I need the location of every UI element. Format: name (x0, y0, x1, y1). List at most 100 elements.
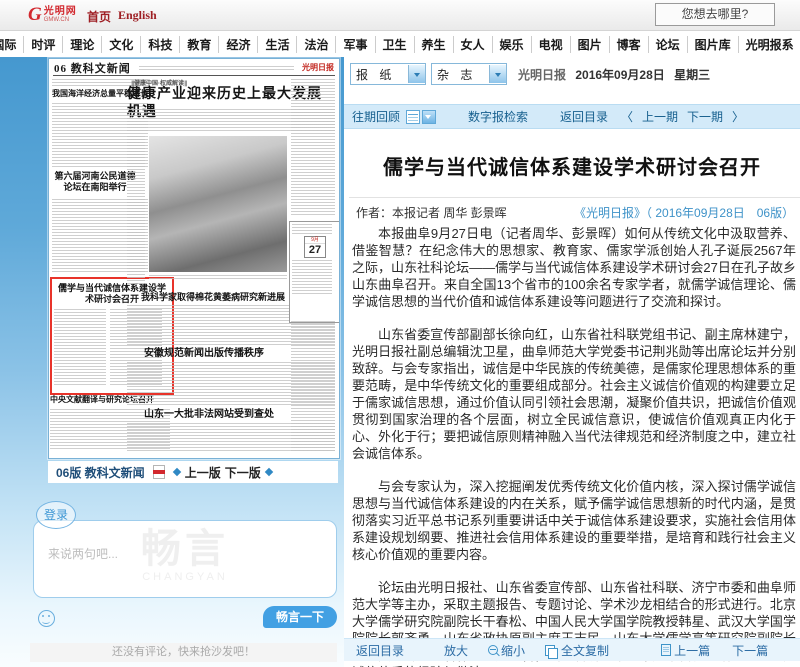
calendar-picker-icon[interactable] (406, 110, 420, 124)
nav-item-entertainment[interactable]: 娱乐 (493, 36, 532, 53)
copy-all-label: 全文复制 (561, 642, 609, 659)
text-lines (127, 136, 145, 286)
no-comments-message: 还没有评论，快来抢沙发吧！ (30, 643, 337, 662)
article-source: 《光明日报》（ 2016年09月28日 06版） (574, 206, 794, 220)
page: G 光明网 GMW.CN 首页 English 您想去哪里? 时政 国际 时评 … (0, 0, 800, 667)
nav-item-law[interactable]: 法治 (297, 36, 336, 53)
next-issue-link[interactable]: 下一期 (687, 108, 723, 125)
newspaper-page-header: 06 教科文新闻 光明日报 (54, 61, 334, 74)
page-navigation-bar: 06版 教科文新闻 上一版 下一版 (48, 461, 338, 483)
calendar-month: 9月 (305, 237, 325, 244)
prev-issue-link[interactable]: 上一期 (642, 108, 678, 125)
issue-info: 光明日报 2016年09月28日 星期三 (518, 66, 710, 83)
paper-select-value: 报 纸 (351, 66, 395, 83)
changyan-watermark-en: CHANGYAN (34, 571, 336, 583)
paper-select[interactable]: 报 纸 (350, 63, 426, 85)
masthead-text-lines (139, 66, 294, 70)
back-issues-link[interactable]: 往期回顾 (352, 108, 400, 125)
nav-item-opinion[interactable]: 时评 (24, 36, 63, 53)
comment-placeholder: 来说两句吧... (48, 545, 118, 562)
text-lines (292, 260, 332, 294)
text-lines (291, 321, 335, 451)
diamond-icon (264, 468, 272, 476)
dropdown-arrow-icon[interactable] (408, 65, 425, 83)
digital-paper-search-link[interactable]: 数字报检索 (468, 108, 528, 125)
back-to-toc-bottom-link[interactable]: 返回目录 (356, 642, 404, 659)
paper-masthead-logo: 光明日报 (302, 62, 334, 73)
nav-item-blog[interactable]: 博客 (610, 36, 649, 53)
issue-date: 2016年09月28日 (575, 68, 664, 82)
gmw-logo-g: G (28, 4, 42, 26)
title-divider (349, 197, 800, 198)
thumb-headline-shandong-websites[interactable]: 山东一大批非法网站受到查处 (144, 409, 304, 422)
nav-item-tech[interactable]: 科技 (141, 36, 180, 53)
nav-item-gallery[interactable]: 图片库 (688, 36, 739, 53)
home-link[interactable]: 首页 (87, 8, 111, 25)
nav-item-tv[interactable]: 电视 (532, 36, 571, 53)
thumb-headline-henan-forum[interactable]: 第六届河南公民道德论坛在南阳举行 (52, 171, 138, 194)
pdf-icon[interactable] (153, 465, 165, 479)
login-button[interactable]: 登录 (36, 501, 76, 529)
diamond-icon (172, 468, 180, 476)
magnifier-minus-icon (488, 645, 498, 655)
edition-controls: 报 纸 杂 志 光明日报 2016年09月28日 星期三 (350, 62, 800, 86)
nav-item-gm-papers[interactable]: 光明报系 (739, 36, 800, 53)
next-page-link[interactable]: 下一版 (225, 464, 261, 481)
magazine-select[interactable]: 杂 志 (431, 63, 507, 85)
calendar-day: 27 (305, 244, 325, 257)
comment-input[interactable]: 畅言 CHANGYAN 来说两句吧... (33, 520, 337, 598)
article-paragraph: 与会专家认为，深入挖掘阐发优秀传统文化价值内核，深入探讨儒学诚信思想与当代诚信体… (352, 478, 796, 563)
copy-icon (545, 645, 555, 656)
top-bar: G 光明网 GMW.CN 首页 English 您想去哪里? (0, 0, 800, 31)
article-title: 儒学与当代诚信体系建设学术研讨会召开 (344, 151, 800, 180)
main-nav: 时政 国际 时评 理论 文化 科技 教育 经济 生活 法治 军事 卫生 养生 女… (0, 31, 800, 57)
gmw-logo-domain: GMW.CN (44, 17, 77, 23)
nav-item-photo[interactable]: 图片 (571, 36, 610, 53)
next-article-link[interactable]: 下一篇 (732, 642, 768, 659)
text-lines (292, 224, 332, 234)
emoji-button[interactable] (38, 610, 55, 627)
magazine-select-value: 杂 志 (432, 66, 476, 83)
zoom-in-link[interactable]: 放大 (444, 642, 468, 659)
photo-caption-lines (149, 275, 287, 281)
text-lines (54, 309, 106, 385)
nav-item-economy[interactable]: 经济 (219, 36, 258, 53)
zoom-out-link[interactable]: 缩小 (488, 642, 525, 659)
english-link[interactable]: English (118, 8, 157, 23)
nav-item-forum[interactable]: 论坛 (649, 36, 688, 53)
article-paragraph: 本报曲阜9月27日电（记者周华、彭景晖）如何从传统文化中汲取营养、借鉴智慧？在纪… (352, 225, 796, 310)
paper-name: 光明日报 (518, 68, 566, 82)
nav-item-women[interactable]: 女人 (454, 36, 493, 53)
issue-toolbar: 往期回顾 数字报检索 返回目录 〈 上一期 下一期 〉 (344, 104, 800, 129)
nav-item-world[interactable]: 国际 (0, 36, 24, 53)
where-to-go-box[interactable]: 您想去哪里? (655, 3, 775, 26)
nav-item-theory[interactable]: 理论 (63, 36, 102, 53)
issue-weekday: 星期三 (674, 68, 710, 82)
thumb-headline-anhui-press[interactable]: 安徽规范新闻出版传播秩序 (144, 348, 304, 361)
copy-all-link[interactable]: 全文复制 (545, 642, 609, 659)
newspaper-page: 06 教科文新闻 光明日报 我国海洋经济总量平稳增长 第六届河南公民道德论坛在南… (49, 59, 339, 458)
newspaper-page-thumbnail[interactable]: 06 教科文新闻 光明日报 我国海洋经济总量平稳增长 第六届河南公民道德论坛在南… (48, 58, 340, 459)
nav-item-health[interactable]: 卫生 (376, 36, 415, 53)
nav-item-culture[interactable]: 文化 (102, 36, 141, 53)
prev-article-link[interactable]: 上一篇 (661, 642, 710, 659)
text-lines (291, 79, 335, 217)
article-author: 作者：本报记者 周华 彭景晖 (356, 206, 507, 220)
thumb-calendar-box: 9月 27 (289, 221, 339, 323)
dropdown-arrow-icon[interactable] (489, 65, 506, 83)
current-page-label[interactable]: 06版 教科文新闻 (56, 464, 145, 481)
zoom-out-label: 缩小 (501, 642, 525, 659)
thumb-photo-surfing (149, 136, 287, 272)
submit-comment-button[interactable]: 畅言一下 (263, 606, 337, 628)
nav-item-wellness[interactable]: 养生 (415, 36, 454, 53)
back-to-toc-link[interactable]: 返回目录 (560, 108, 608, 125)
dropdown-picker-icon[interactable] (422, 110, 436, 124)
prev-page-link[interactable]: 上一版 (185, 464, 221, 481)
article-body: 本报曲阜9月27日电（记者周华、彭景晖）如何从传统文化中汲取营养、借鉴智慧？在纪… (352, 225, 796, 667)
nav-item-education[interactable]: 教育 (180, 36, 219, 53)
nav-item-military[interactable]: 军事 (336, 36, 375, 53)
gmw-logo-text: 光明网 (44, 7, 77, 17)
gmw-logo[interactable]: G 光明网 GMW.CN (28, 4, 77, 26)
article-meta: 作者：本报记者 周华 彭景晖 《光明日报》（ 2016年09月28日 06版） (356, 204, 800, 221)
nav-item-life[interactable]: 生活 (258, 36, 297, 53)
